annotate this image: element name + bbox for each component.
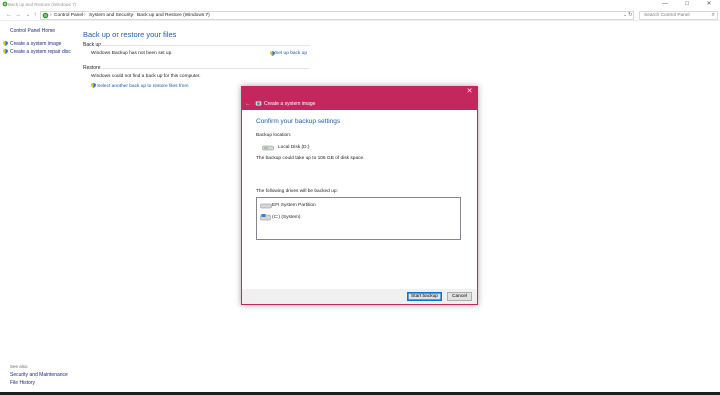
address-dropdown-icon[interactable]: ⌄ bbox=[623, 12, 627, 18]
list-item: (C:) (System) bbox=[272, 215, 301, 220]
backup-status-text: Windows Backup has not been set up. bbox=[91, 51, 173, 56]
breadcrumb-system-security[interactable]: System and Security bbox=[89, 13, 133, 18]
disk-space-text: The backup could take up to 106 GB of di… bbox=[256, 156, 365, 161]
forward-arrow-icon[interactable]: → bbox=[14, 11, 22, 19]
drives-label: The following drives will be backed up: bbox=[256, 189, 338, 194]
restore-section-divider bbox=[100, 68, 310, 69]
backup-location-value: Local Disk (D:) bbox=[278, 145, 310, 150]
dialog-back-arrow-icon[interactable]: ← bbox=[245, 101, 251, 107]
backup-section-label: Back up bbox=[83, 42, 102, 48]
close-window-button[interactable]: ✕ bbox=[698, 0, 720, 9]
restore-status-text: Windows could not find a back up for thi… bbox=[91, 74, 201, 79]
security-maintenance-link[interactable]: Security and Maintenance bbox=[10, 372, 68, 378]
dialog-title: Create a system image bbox=[264, 101, 316, 107]
breadcrumb-control-panel[interactable]: Control Panel bbox=[54, 13, 83, 18]
shield-icon bbox=[3, 49, 8, 54]
dialog-header: ✕ ← Create a system image bbox=[242, 87, 477, 110]
window-title: Back up and Restore (Windows 7) bbox=[8, 2, 77, 7]
search-placeholder: Search Control Panel bbox=[644, 12, 690, 18]
window-titlebar: Back up and Restore (Windows 7) — ☐ ✕ bbox=[0, 0, 720, 9]
refresh-icon[interactable]: ↻ bbox=[628, 12, 633, 18]
create-system-image-link[interactable]: Create a system image bbox=[10, 41, 61, 47]
list-item: EFI System Partition bbox=[272, 203, 316, 208]
control-panel-home-link[interactable]: Control Panel Home bbox=[10, 28, 55, 34]
start-backup-button[interactable]: Start backup bbox=[407, 292, 442, 301]
create-repair-disc-link[interactable]: Create a system repair disc bbox=[10, 49, 71, 55]
shield-icon bbox=[91, 83, 96, 88]
file-history-link[interactable]: File History bbox=[10, 380, 35, 386]
breadcrumb-separator: › bbox=[50, 12, 52, 18]
dialog-footer: Start backup Cancel bbox=[242, 289, 477, 304]
dialog-close-button[interactable]: ✕ bbox=[465, 88, 474, 97]
restore-section-label: Restore bbox=[83, 65, 101, 71]
control-panel-icon bbox=[42, 12, 49, 19]
shield-icon bbox=[3, 41, 8, 46]
backup-location-label: Backup location: bbox=[256, 133, 292, 138]
breadcrumb-separator: › bbox=[132, 12, 134, 18]
address-bar: ← → ⌄ ↑ › Control Panel › System and Sec… bbox=[0, 9, 720, 21]
select-another-backup-link[interactable]: Select another back up to restore files … bbox=[97, 84, 188, 89]
drive-list: (C:) (System) EFI System Partition (C:) … bbox=[256, 197, 461, 240]
breadcrumb-backup-restore[interactable]: Back up and Restore (Windows 7) bbox=[137, 13, 210, 18]
address-field[interactable]: › Control Panel › System and Security › … bbox=[40, 10, 634, 20]
search-icon[interactable]: ⌕ bbox=[712, 12, 715, 19]
back-arrow-icon[interactable]: ← bbox=[5, 11, 13, 19]
set-up-backup-link[interactable]: Set up back up bbox=[275, 51, 307, 56]
backup-section-divider bbox=[100, 45, 310, 46]
up-arrow-icon[interactable]: ↑ bbox=[31, 11, 39, 19]
windows-drive-icon bbox=[260, 214, 271, 221]
cancel-button[interactable]: Cancel bbox=[447, 292, 472, 301]
minimize-button[interactable]: — bbox=[654, 0, 676, 9]
see-also-label: See also bbox=[10, 364, 28, 369]
maximize-button[interactable]: ☐ bbox=[676, 0, 698, 9]
system-image-icon bbox=[255, 101, 262, 106]
search-input[interactable]: Search Control Panel ⌕ bbox=[639, 10, 718, 20]
create-system-image-dialog: ✕ ← Create a system image Confirm your b… bbox=[241, 86, 478, 305]
breadcrumb-separator: › bbox=[84, 12, 86, 18]
disk-drive-icon bbox=[262, 145, 274, 151]
disk-drive-icon bbox=[260, 203, 272, 209]
dialog-heading: Confirm your backup settings bbox=[256, 118, 341, 125]
page-title: Back up or restore your files bbox=[83, 30, 177, 39]
